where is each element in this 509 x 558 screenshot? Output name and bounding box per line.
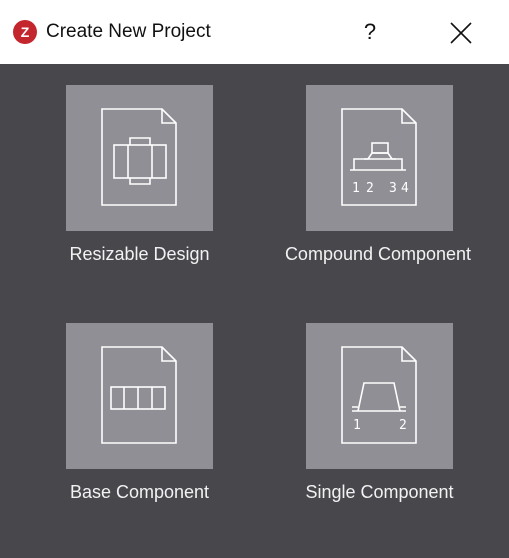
resizable-design-button[interactable] [66, 85, 213, 231]
resizable-design-icon [101, 108, 177, 206]
app-logo-icon: Z [13, 20, 37, 44]
pin-label-1: 1 [353, 418, 361, 433]
pin-label-3: 3 [389, 181, 397, 196]
compound-component-button[interactable]: 1 2 3 4 [306, 85, 453, 231]
option-label-resizable-design: Resizable Design [69, 244, 210, 264]
option-label-base-component: Base Component [69, 482, 210, 502]
single-component-button[interactable]: 1 2 [306, 323, 453, 469]
help-button[interactable]: ? [352, 16, 388, 48]
option-label-compound-component: Compound Component [284, 244, 472, 264]
title-bar: Z Create New Project ? [0, 0, 509, 64]
pin-label-2: 2 [366, 181, 374, 196]
base-component-icon [101, 346, 177, 444]
close-button[interactable] [446, 18, 476, 48]
dialog-title: Create New Project [46, 21, 211, 42]
option-label-single-component: Single Component [305, 482, 454, 502]
base-component-button[interactable] [66, 323, 213, 469]
create-project-dialog: Z Create New Project ? Resizable Design [0, 0, 509, 558]
pin-label-4: 4 [401, 181, 409, 196]
close-icon [450, 22, 472, 44]
pin-label-1: 1 [352, 181, 360, 196]
pin-label-2: 2 [399, 418, 407, 433]
